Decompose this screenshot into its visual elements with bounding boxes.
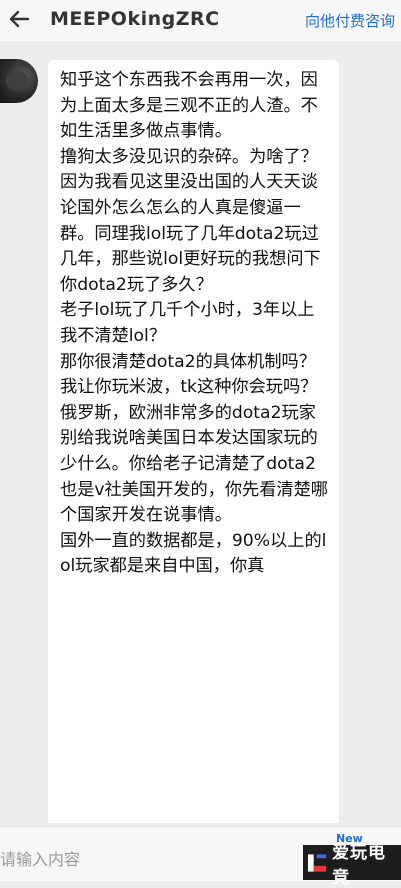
- conversation-title: MEEPOkingZRC: [50, 8, 220, 30]
- watermark-text: 爱玩电竞: [332, 842, 387, 888]
- watermark-logo-icon: [307, 853, 327, 872]
- back-arrow-icon: [9, 10, 30, 28]
- message-paragraph: 别给我说啥美国日本发达国家玩的少什么。你给老子记清楚了dota2也是v社美国开发…: [60, 428, 328, 526]
- message-paragraph: 老子lol玩了几千个小时，3年以上我不清楚lol？: [60, 300, 315, 346]
- message-bubble: 知乎这个东西我不会再用一次，因为上面太多是三观不正的人渣。不如生活里多做点事情。…: [48, 60, 339, 823]
- avatar-face-shape: [6, 71, 28, 91]
- message-paragraph: 俄罗斯，欧洲非常多的dota2玩家: [60, 402, 316, 423]
- message-list[interactable]: 知乎这个东西我不会再用一次，因为上面太多是三观不正的人渣。不如生活里多做点事情。…: [0, 43, 401, 823]
- paid-consult-button[interactable]: 向他付费咨询: [305, 10, 395, 31]
- message-paragraph: 国外一直的数据都是，90%以上的lol玩家都是来自中国，你真: [60, 530, 327, 577]
- message-paragraph: 撸狗太多没见识的杂碎。为啥了？因为我看见这里没出国的人天天谈论国外怎么怎么的人真…: [60, 146, 321, 295]
- watermark-logo: 爱玩电竞: [303, 843, 401, 888]
- message-input[interactable]: 请输入内容: [0, 846, 80, 870]
- top-bar: MEEPOkingZRC 向他付费咨询: [0, 0, 401, 43]
- avatar[interactable]: [0, 59, 38, 103]
- message-paragraph: 知乎这个东西我不会再用一次，因为上面太多是三观不正的人渣。不如生活里多做点事情。: [60, 70, 318, 142]
- message-paragraph: 那你很清楚dota2的具体机制吗？我让你玩米波，tk这种你会玩吗？: [60, 351, 318, 398]
- back-button[interactable]: [6, 4, 32, 34]
